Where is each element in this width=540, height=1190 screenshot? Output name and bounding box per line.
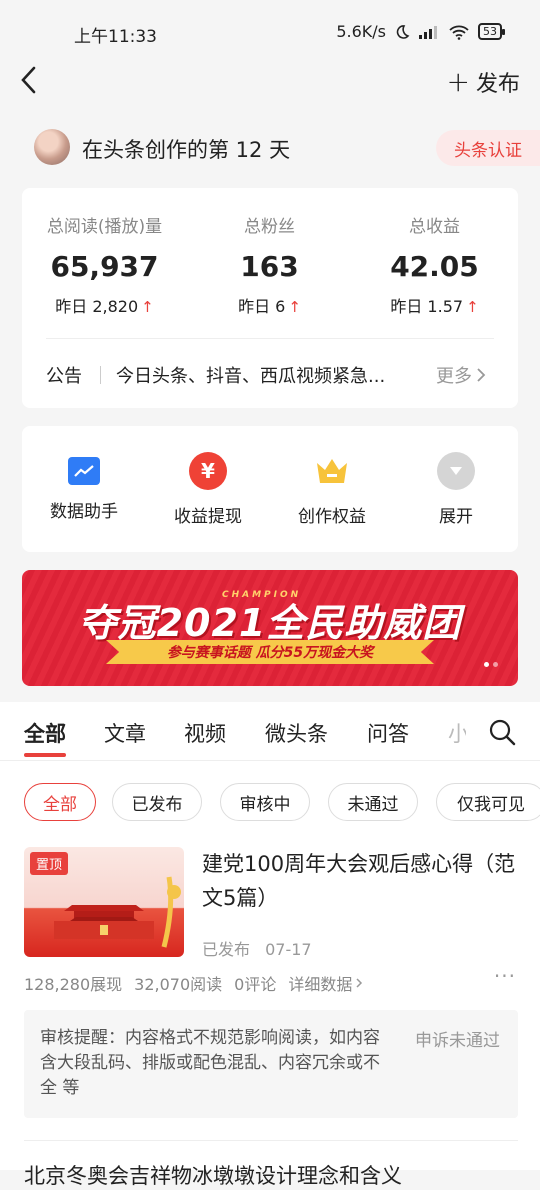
- avatar[interactable]: [34, 129, 70, 165]
- arrow-up-icon: ↑: [288, 298, 301, 316]
- arrow-up-icon: ↑: [466, 298, 479, 316]
- creation-days: 在头条创作的第 12 天: [82, 138, 291, 162]
- banner-subtitle: 参与赛事话题 瓜分55万现金大奖: [106, 640, 434, 664]
- tool-income-withdraw[interactable]: ¥ 收益提现: [146, 452, 270, 527]
- tab-all[interactable]: 全部: [24, 718, 66, 748]
- yesterday-text: 昨日 6: [238, 297, 286, 316]
- chart-icon: [68, 457, 100, 485]
- pinned-badge: 置顶: [30, 852, 69, 875]
- stat-value: 65,937: [50, 250, 159, 283]
- more-options-icon[interactable]: ···: [494, 964, 516, 988]
- banner-champion-text: CHAMPION: [222, 590, 302, 600]
- active-tab-indicator: [24, 753, 66, 757]
- plus-icon: +: [446, 65, 470, 98]
- review-notice: 审核提醒：内容格式不规范影响阅读，如内容含大段乱码、排版或配色混乱、内容冗余或不…: [24, 1010, 518, 1118]
- carousel-dots: [484, 662, 498, 667]
- tool-label: 展开: [439, 507, 473, 527]
- status-time: 上午11:33: [74, 27, 157, 47]
- tool-data-assistant[interactable]: 数据助手: [22, 452, 146, 522]
- next-article-title[interactable]: 北京冬奥会吉祥物冰墩墩设计理念和含义: [24, 1160, 518, 1190]
- tool-expand[interactable]: 展开: [394, 452, 518, 527]
- details-label: 详细数据: [288, 975, 353, 994]
- stat-yesterday: 昨日 1.57 ↑: [352, 293, 517, 317]
- article-meta: 已发布 07-17: [202, 936, 312, 960]
- filter-all[interactable]: 全部: [24, 783, 96, 821]
- tab-videos[interactable]: 视频: [184, 718, 226, 748]
- banner-title: 夺冠2021全民助威团: [78, 601, 462, 645]
- chevron-right-icon: [477, 368, 486, 382]
- publish-label: 发布: [475, 72, 520, 97]
- tab-more[interactable]: 小: [448, 718, 466, 748]
- signal-icon: [419, 25, 437, 39]
- article-date: 07-17: [265, 940, 312, 959]
- yesterday-text: 昨日 2,820: [55, 297, 139, 316]
- tool-label: 创作权益: [298, 507, 366, 527]
- appeal-status[interactable]: 申诉未通过: [415, 1026, 500, 1051]
- expand-icon: [437, 452, 475, 490]
- divider: [24, 1140, 518, 1141]
- stat-value: 163: [240, 250, 299, 283]
- more-label: 更多: [436, 366, 472, 387]
- tool-creator-rights[interactable]: 创作权益: [270, 452, 394, 527]
- notice-text[interactable]: 今日头条、抖音、西瓜视频紧急...: [116, 362, 416, 388]
- filter-private[interactable]: 仅我可见: [436, 783, 540, 821]
- notice-more-link[interactable]: 更多: [436, 362, 486, 388]
- tools-card: 数据助手 ¥ 收益提现 创作权益 展开: [22, 426, 518, 552]
- stat-label: 总阅读(播放)量: [46, 217, 163, 237]
- impressions: 128,280展现: [24, 975, 123, 994]
- cert-button[interactable]: 头条认证: [436, 130, 540, 166]
- stat-label: 总粉丝: [244, 217, 295, 237]
- back-button[interactable]: [18, 62, 48, 98]
- net-speed: 5.6K/s: [336, 22, 386, 41]
- stat-yesterday: 昨日 2,820 ↑: [22, 293, 187, 317]
- carousel-dot: [493, 662, 498, 667]
- stat-value: 42.05: [390, 250, 479, 283]
- tab-micro[interactable]: 微头条: [265, 718, 328, 748]
- filter-rejected[interactable]: 未通过: [328, 783, 418, 821]
- tab-articles[interactable]: 文章: [104, 718, 146, 748]
- promo-banner[interactable]: 夺冠2021全民助威团 CHAMPION 参与赛事话题 瓜分55万现金大奖: [22, 570, 518, 686]
- reads: 32,070阅读: [134, 975, 223, 994]
- notice-label: 公告: [46, 366, 82, 387]
- stat-label: 总收益: [409, 217, 460, 237]
- yen-icon: ¥: [189, 452, 227, 490]
- chevron-right-icon: [356, 978, 363, 988]
- status-bar: 上午11:33 5.6K/s 53: [0, 0, 540, 62]
- filter-published[interactable]: 已发布: [112, 783, 202, 821]
- tab-qa[interactable]: 问答: [367, 718, 409, 748]
- arrow-up-icon: ↑: [141, 298, 154, 316]
- filter-reviewing[interactable]: 审核中: [220, 783, 310, 821]
- article-title[interactable]: 建党100周年大会观后感心得（范文5篇）: [202, 847, 522, 915]
- article-status: 已发布: [202, 940, 251, 959]
- chevron-left-icon: [21, 66, 36, 94]
- stat-yesterday: 昨日 6 ↑: [187, 293, 352, 317]
- notice-separator: [100, 366, 101, 384]
- crown-icon: [313, 452, 351, 490]
- comments: 0评论: [234, 975, 277, 994]
- tool-label: 数据助手: [50, 502, 118, 522]
- divider: [46, 338, 494, 339]
- stats-card: 总阅读(播放)量 65,937 昨日 2,820 ↑ 总粉丝 163 昨日 6 ↑ …: [22, 188, 518, 408]
- content-tabs: 全部 文章 视频 微头条 问答 小: [0, 702, 540, 761]
- review-text: 审核提醒：内容格式不规范影响阅读，如内容含大段乱码、排版或配色混乱、内容冗余或不…: [40, 1028, 380, 1098]
- search-icon: [489, 719, 516, 746]
- article-thumbnail[interactable]: 置顶: [24, 847, 184, 957]
- publish-button[interactable]: + 发布: [447, 66, 520, 98]
- yesterday-text: 昨日 1.57: [390, 297, 464, 316]
- moon-icon: [396, 24, 410, 39]
- search-button[interactable]: [488, 718, 516, 746]
- tool-label: 收益提现: [174, 507, 242, 527]
- article-stats: 128,280展现 32,070阅读 0评论 详细数据: [24, 971, 363, 995]
- details-link[interactable]: 详细数据: [288, 971, 363, 995]
- wifi-icon: [449, 25, 469, 40]
- carousel-dot: [484, 662, 489, 667]
- battery-indicator: 53: [478, 23, 505, 40]
- status-icons: 5.6K/s 53: [336, 22, 505, 41]
